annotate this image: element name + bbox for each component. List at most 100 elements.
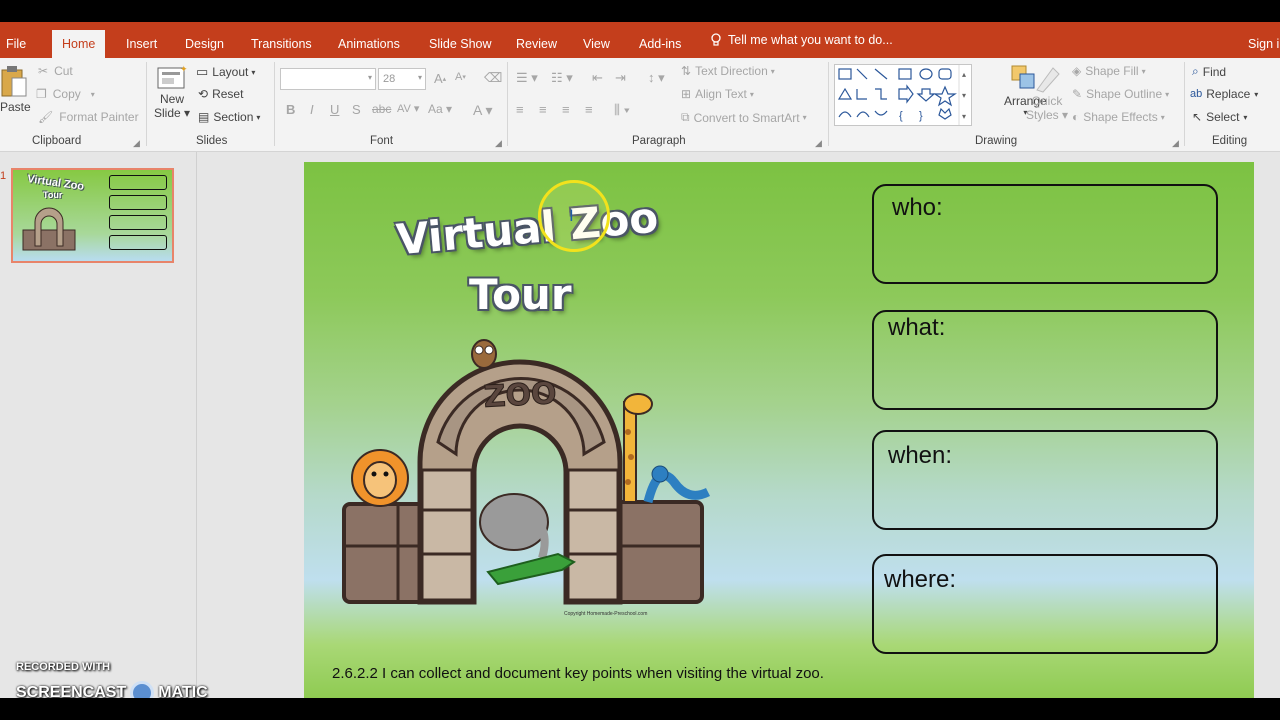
scissors-icon: ✂ [38, 64, 49, 78]
columns-icon[interactable]: ⫼ ▾ [614, 102, 630, 118]
drawing-group-label: Drawing [975, 135, 1018, 147]
new-slide-button[interactable]: ✦ New Slide ▾ [154, 64, 190, 120]
reset-icon: ⟲ [198, 87, 209, 101]
font-group-label: Font [370, 135, 394, 147]
when-textbox[interactable]: when: [872, 430, 1218, 530]
clipboard-launcher-icon[interactable]: ◢ [133, 138, 140, 149]
align-center-icon[interactable]: ≡ [539, 102, 547, 117]
strikethrough-icon[interactable]: abc [372, 102, 391, 116]
bullets-icon[interactable]: ☰ ▾ [516, 70, 538, 86]
font-color-icon[interactable]: A ▾ [473, 102, 492, 119]
tab-transitions[interactable]: Transitions [251, 22, 312, 58]
clipboard-group-label: Clipboard [32, 135, 82, 147]
font-name-combobox[interactable]: ▾ [280, 68, 376, 90]
tab-review[interactable]: Review [516, 22, 557, 58]
paste-button[interactable]: Paste [0, 64, 31, 114]
text-direction-icon: ⇅ [681, 64, 692, 78]
section-button[interactable]: ▤ Section ▾ [198, 110, 260, 124]
zoo-sign-text: ZOO [483, 376, 557, 415]
chevron-down-icon: ▾ [1243, 112, 1248, 122]
copy-button[interactable]: ❐ Copy ▾ [36, 87, 95, 101]
ribbon-tab-bar: File Home Insert Design Transitions Anim… [0, 22, 1280, 58]
align-right-icon[interactable]: ≡ [562, 102, 570, 117]
slide-title-line-1[interactable]: Virtual Zoo [394, 193, 660, 265]
grow-font-icon[interactable]: A ▴ [434, 71, 446, 86]
pointer-icon: ↖ [1192, 110, 1203, 124]
what-label: what: [888, 314, 946, 341]
font-size-combobox[interactable]: 28 ▾ [378, 68, 426, 90]
layout-button[interactable]: ▭ Layout ▾ [196, 64, 255, 80]
cut-button[interactable]: ✂ Cut [38, 64, 73, 78]
ribbon-divider [828, 62, 829, 146]
who-textbox[interactable]: who: [872, 184, 1218, 284]
shape-outline-label: Shape Outline [1086, 87, 1163, 101]
svg-text:}: } [919, 110, 923, 122]
align-left-icon[interactable]: ≡ [516, 102, 524, 117]
paragraph-launcher-icon[interactable]: ◢ [815, 138, 822, 149]
tab-addins[interactable]: Add-ins [639, 22, 681, 58]
smartart-icon: ⧉ [681, 110, 690, 124]
tab-insert[interactable]: Insert [126, 22, 157, 58]
shapes-gallery-icons: { } ▴ ▾ ▾ [837, 65, 966, 125]
tell-me-search[interactable]: Tell me what you want to do... [710, 22, 893, 58]
thumbnail-box-where [109, 235, 167, 250]
zoo-gate-illustration[interactable]: ZOO [338, 332, 738, 622]
reset-label: Reset [212, 87, 244, 101]
where-textbox[interactable]: where: [872, 554, 1218, 654]
text-direction-button[interactable]: ⇅ Text Direction ▾ [681, 64, 775, 78]
convert-smartart-label: Convert to SmartArt [693, 110, 800, 125]
change-case-icon[interactable]: Aa ▾ [428, 102, 452, 116]
slide-thumbnail-1[interactable]: Virtual Zoo Tour [11, 168, 174, 263]
slide-canvas[interactable]: Virtual Zoo Tour ZOO Copyright Homemade-… [304, 162, 1254, 698]
watermark-line-1: RECORDED WITH [16, 661, 111, 673]
quick-styles-label-2: Styles ▾ [1026, 108, 1069, 122]
tab-home[interactable]: Home [52, 30, 106, 58]
justify-icon[interactable]: ≡ [585, 102, 593, 117]
learning-objective-text[interactable]: 2.6.2.2 I can collect and document key p… [332, 665, 824, 682]
quick-styles-label-1: Quick [1031, 94, 1063, 108]
replace-button[interactable]: ab Replace ▾ [1190, 87, 1258, 101]
format-painter-button[interactable]: 🖌 Format Painter [38, 110, 139, 124]
underline-icon[interactable]: U [330, 102, 339, 117]
shape-effects-button[interactable]: ◐ Shape Effects ▾ [1072, 110, 1165, 124]
tab-slide-show[interactable]: Slide Show [429, 22, 492, 58]
paragraph-group-label: Paragraph [632, 135, 686, 147]
slide-title-line-2[interactable]: Tour [469, 270, 572, 319]
copy-label: Copy [52, 87, 81, 101]
tab-file[interactable]: File [6, 22, 26, 58]
quick-styles-button[interactable]: Quick Styles ▾ [1026, 64, 1068, 122]
align-text-button[interactable]: ⊞ Align Text ▾ [681, 87, 754, 101]
drawing-launcher-icon[interactable]: ◢ [1172, 138, 1179, 149]
search-icon: ⌕ [1192, 64, 1199, 78]
clear-formatting-icon[interactable]: ⌫ [484, 70, 502, 86]
font-launcher-icon[interactable]: ◢ [495, 138, 502, 149]
tab-animations[interactable]: Animations [338, 22, 400, 58]
convert-smartart-button[interactable]: ⧉ Convert to SmartArt ▾ [681, 110, 807, 125]
character-spacing-icon[interactable]: AV ▾ [397, 102, 419, 115]
shapes-gallery[interactable]: { } ▴ ▾ ▾ [834, 64, 972, 126]
what-textbox[interactable]: what: [872, 310, 1218, 410]
chevron-down-icon: ▾ [256, 112, 261, 122]
effects-icon: ◐ [1072, 110, 1080, 124]
chevron-down-icon: ▾ [367, 73, 372, 82]
bold-icon[interactable]: B [286, 102, 295, 117]
shape-fill-button[interactable]: ◈ Shape Fill ▾ [1072, 64, 1146, 78]
shrink-font-icon[interactable]: A ▾ [455, 71, 466, 83]
select-button[interactable]: ↖ Select ▾ [1192, 110, 1247, 124]
italic-icon[interactable]: I [310, 102, 314, 117]
numbering-icon[interactable]: ☷ ▾ [551, 70, 573, 86]
reset-button[interactable]: ⟲ Reset [198, 87, 243, 101]
line-spacing-icon[interactable]: ↕ ▾ [648, 70, 665, 86]
decrease-indent-icon[interactable]: ⇤ [592, 70, 603, 86]
powerpoint-window: File Home Insert Design Transitions Anim… [0, 0, 1280, 720]
shape-outline-button[interactable]: ✎ Shape Outline ▾ [1072, 87, 1169, 101]
tab-view[interactable]: View [583, 22, 610, 58]
increase-indent-icon[interactable]: ⇥ [615, 70, 626, 86]
thumbnail-box-who [109, 175, 167, 190]
sign-in-link[interactable]: Sign in [1248, 22, 1280, 58]
tab-design[interactable]: Design [185, 22, 224, 58]
shadow-icon[interactable]: S [352, 102, 361, 117]
replace-label: Replace [1206, 87, 1251, 101]
find-button[interactable]: ⌕ Find [1192, 64, 1226, 79]
chevron-down-icon: ▾ [749, 89, 754, 99]
